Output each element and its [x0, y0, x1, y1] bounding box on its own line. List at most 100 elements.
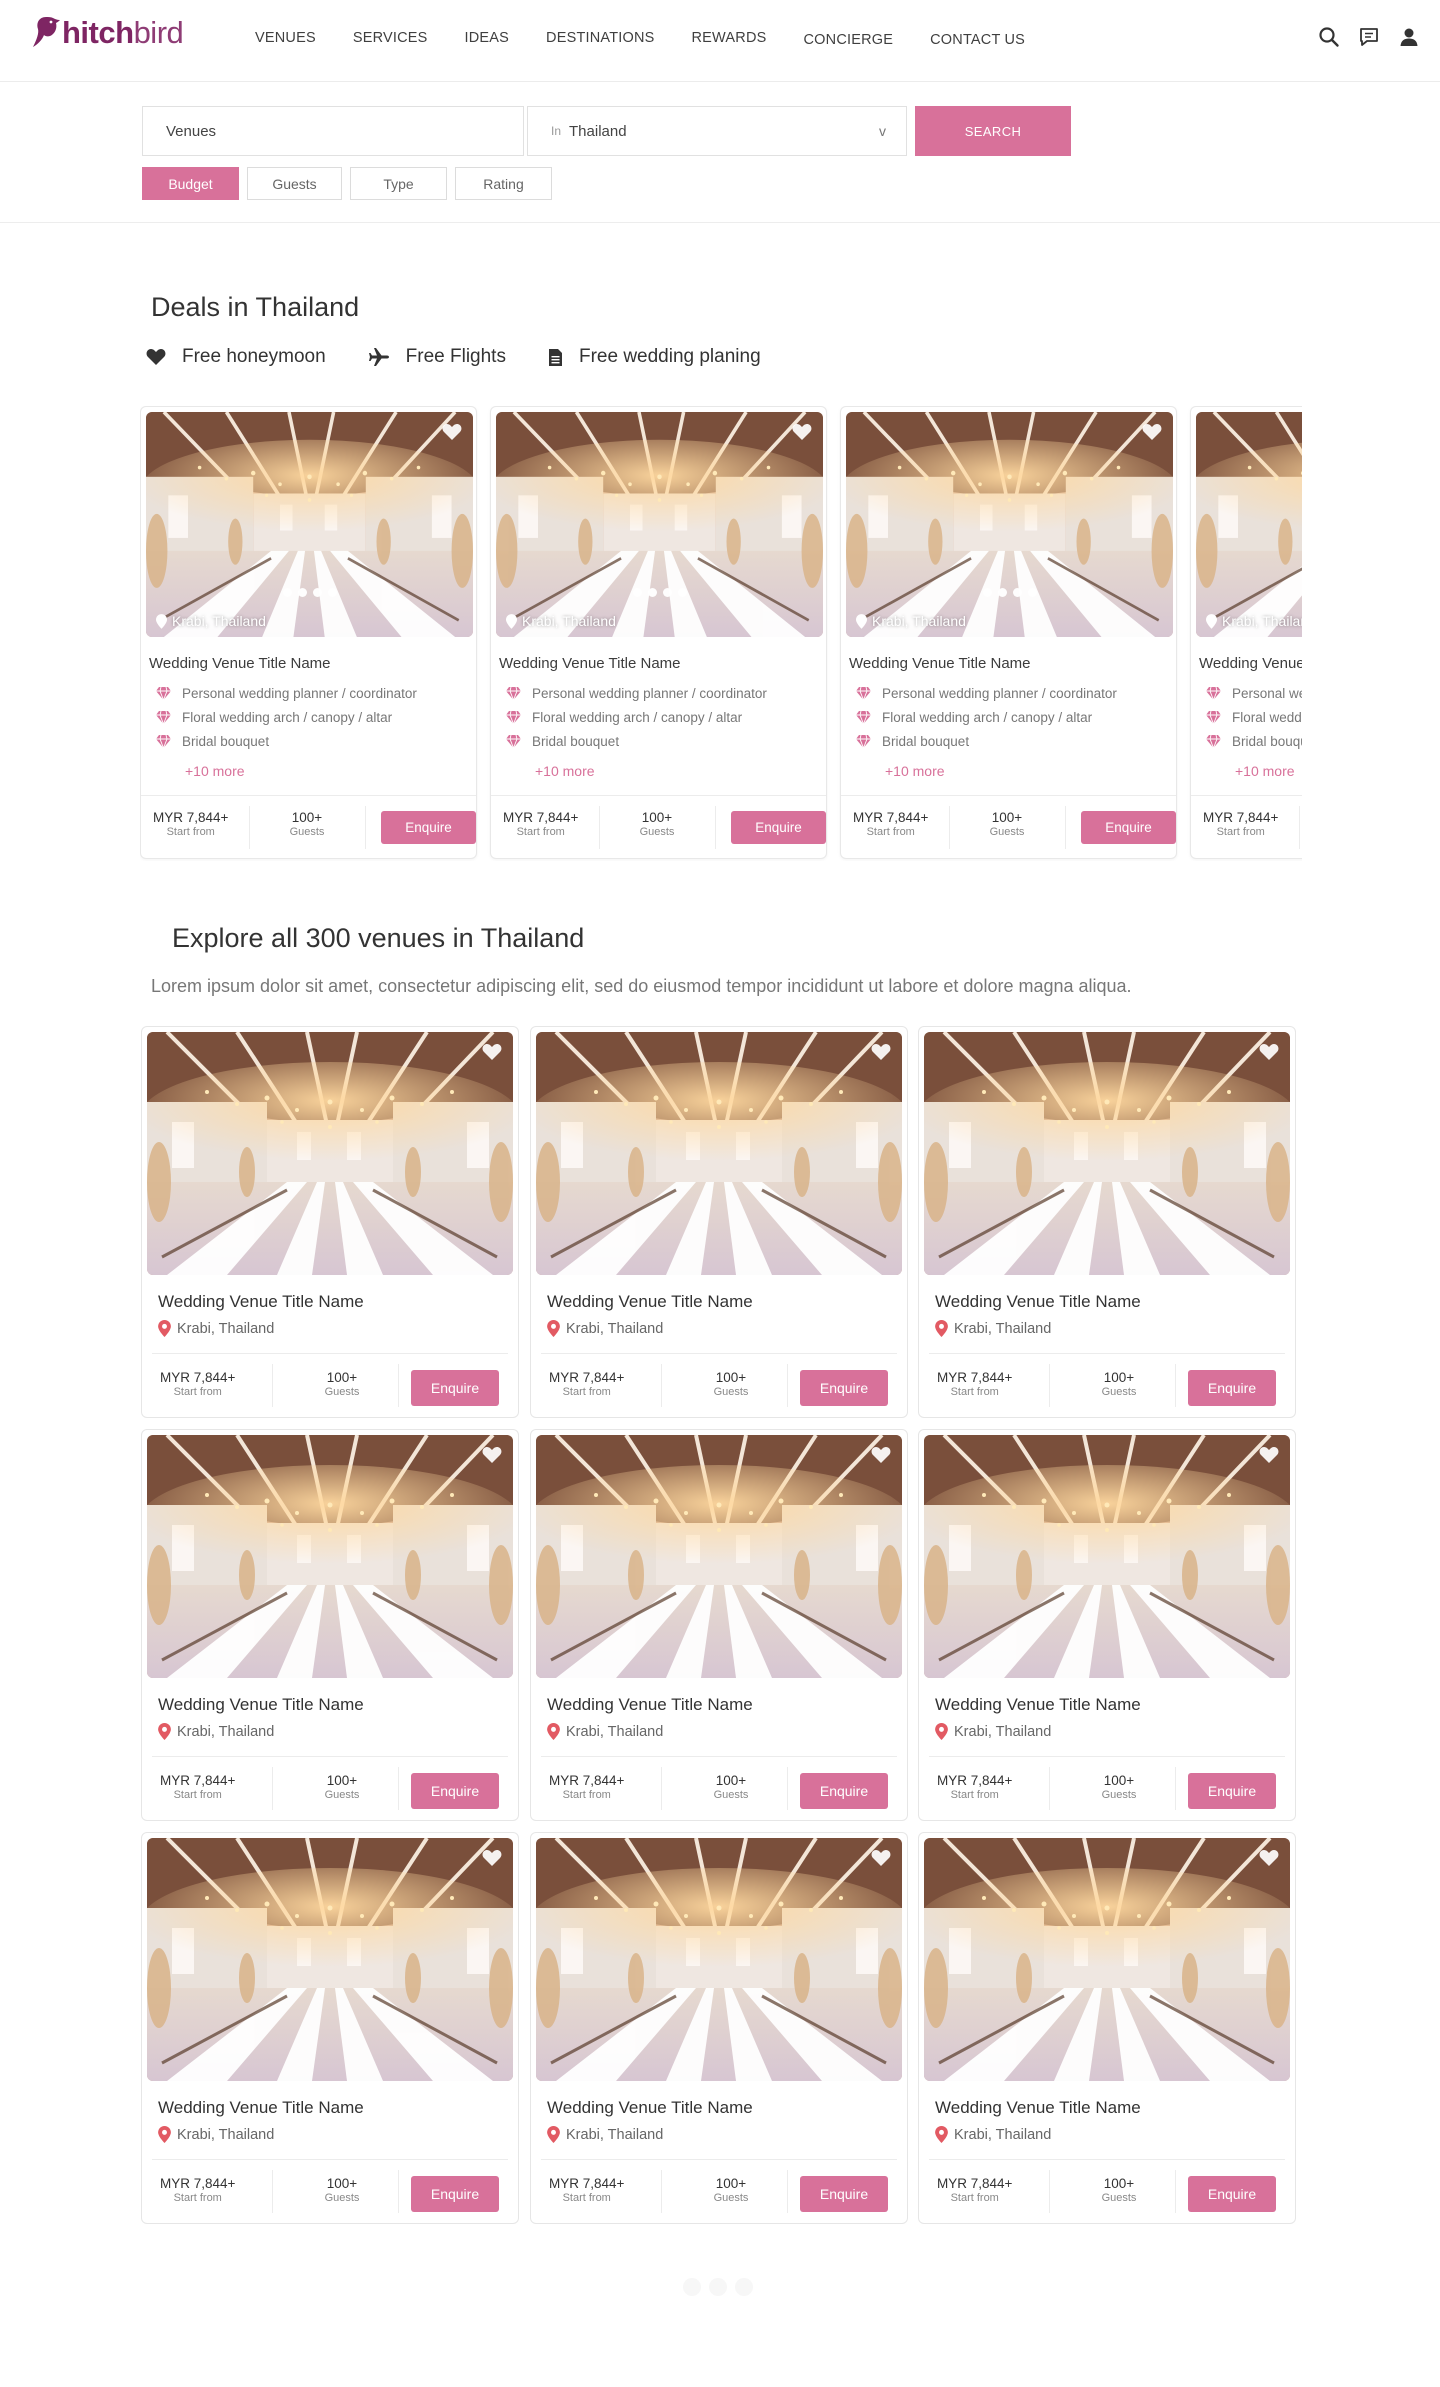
venue-card[interactable]: Wedding Venue Title Name Krabi, Thailand M…: [141, 1026, 519, 1418]
search-icon[interactable]: [1318, 26, 1340, 48]
page-dot[interactable]: [683, 2278, 701, 2296]
venue-card[interactable]: Wedding Venue Title Name Krabi, Thailand M…: [530, 1026, 908, 1418]
image-dot[interactable]: [677, 588, 687, 597]
enquire-button[interactable]: Enquire: [411, 2176, 499, 2212]
deal-title[interactable]: Wedding Venue Title Name: [1199, 655, 1302, 672]
venue-card[interactable]: Wedding Venue Title Name Krabi, Thailand M…: [530, 1429, 908, 1821]
venue-image[interactable]: [147, 1032, 513, 1275]
image-dot[interactable]: [1027, 588, 1037, 597]
more-features-link[interactable]: +10 more: [185, 763, 245, 779]
venue-title[interactable]: Wedding Venue Title Name: [935, 2098, 1141, 2118]
image-dot[interactable]: [662, 588, 672, 597]
enquire-button[interactable]: Enquire: [381, 811, 476, 844]
deal-title[interactable]: Wedding Venue Title Name: [849, 655, 1031, 672]
filter-type[interactable]: Type: [350, 167, 447, 200]
enquire-button[interactable]: Enquire: [1081, 811, 1176, 844]
venue-title[interactable]: Wedding Venue Title Name: [158, 2098, 364, 2118]
more-features-link[interactable]: +10 more: [535, 763, 595, 779]
page-dot[interactable]: [735, 2278, 753, 2296]
enquire-button[interactable]: Enquire: [411, 1773, 499, 1809]
deal-title[interactable]: Wedding Venue Title Name: [499, 655, 681, 672]
image-dot[interactable]: [997, 588, 1007, 597]
favorite-heart-icon[interactable]: [441, 422, 463, 442]
nav-rewards[interactable]: REWARDS: [692, 30, 767, 48]
deal-image[interactable]: Krabi, Thailand: [846, 412, 1173, 637]
venue-card[interactable]: Wedding Venue Title Name Krabi, Thailand M…: [918, 1429, 1296, 1821]
venue-card[interactable]: Wedding Venue Title Name Krabi, Thailand M…: [918, 1026, 1296, 1418]
venue-card[interactable]: Wedding Venue Title Name Krabi, Thailand M…: [530, 1832, 908, 2224]
favorite-heart-icon[interactable]: [1141, 422, 1163, 442]
venue-title[interactable]: Wedding Venue Title Name: [158, 1292, 364, 1312]
image-dot[interactable]: [982, 588, 992, 597]
deal-image[interactable]: Krabi, Thailand: [1196, 412, 1302, 637]
enquire-button[interactable]: Enquire: [1188, 2176, 1276, 2212]
enquire-button[interactable]: Enquire: [800, 2176, 888, 2212]
venue-card[interactable]: Wedding Venue Title Name Krabi, Thailand M…: [918, 1832, 1296, 2224]
venue-image[interactable]: [147, 1838, 513, 2081]
deal-image[interactable]: Krabi, Thailand: [146, 412, 473, 637]
venue-image[interactable]: [147, 1435, 513, 1678]
enquire-button[interactable]: Enquire: [411, 1370, 499, 1406]
hitchbird-logo[interactable]: hitchbird: [30, 8, 184, 58]
favorite-heart-icon[interactable]: [1258, 1445, 1280, 1465]
venue-search-input[interactable]: Venues: [142, 106, 524, 156]
enquire-button[interactable]: Enquire: [1188, 1370, 1276, 1406]
image-dot[interactable]: [282, 588, 292, 597]
image-dot[interactable]: [327, 588, 337, 597]
venue-title[interactable]: Wedding Venue Title Name: [547, 1695, 753, 1715]
more-features-link[interactable]: +10 more: [885, 763, 945, 779]
enquire-button[interactable]: Enquire: [800, 1370, 888, 1406]
venue-title[interactable]: Wedding Venue Title Name: [935, 1695, 1141, 1715]
filter-guests[interactable]: Guests: [247, 167, 342, 200]
enquire-button[interactable]: Enquire: [800, 1773, 888, 1809]
deal-image[interactable]: Krabi, Thailand: [496, 412, 823, 637]
venue-title[interactable]: Wedding Venue Title Name: [158, 1695, 364, 1715]
enquire-button[interactable]: Enquire: [731, 811, 826, 844]
venue-title[interactable]: Wedding Venue Title Name: [547, 2098, 753, 2118]
venue-title[interactable]: Wedding Venue Title Name: [547, 1292, 753, 1312]
venue-image[interactable]: [924, 1032, 1290, 1275]
filter-budget[interactable]: Budget: [142, 167, 239, 200]
nav-concierge[interactable]: CONCIERGE: [804, 32, 894, 48]
deal-card[interactable]: Krabi, Thailand Wedding Venue Title Name P…: [1190, 406, 1302, 859]
venue-image[interactable]: [924, 1838, 1290, 2081]
favorite-heart-icon[interactable]: [481, 1042, 503, 1062]
favorite-heart-icon[interactable]: [870, 1042, 892, 1062]
deal-card[interactable]: Krabi, Thailand Wedding Venue Title Name P…: [490, 406, 827, 859]
favorite-heart-icon[interactable]: [870, 1445, 892, 1465]
nav-services[interactable]: SERVICES: [353, 30, 428, 48]
nav-destinations[interactable]: DESTINATIONS: [546, 30, 654, 48]
image-dot[interactable]: [297, 588, 307, 597]
nav-venues[interactable]: VENUES: [255, 30, 316, 48]
image-dot[interactable]: [312, 588, 322, 597]
location-select[interactable]: In Thailand v: [527, 106, 907, 156]
venue-image[interactable]: [536, 1838, 902, 2081]
deal-card[interactable]: Krabi, Thailand Wedding Venue Title Name P…: [140, 406, 477, 859]
venue-title[interactable]: Wedding Venue Title Name: [935, 1292, 1141, 1312]
favorite-heart-icon[interactable]: [1258, 1042, 1280, 1062]
venue-card[interactable]: Wedding Venue Title Name Krabi, Thailand M…: [141, 1832, 519, 2224]
venue-image[interactable]: [924, 1435, 1290, 1678]
search-button[interactable]: SEARCH: [915, 106, 1071, 156]
venue-image[interactable]: [536, 1435, 902, 1678]
favorite-heart-icon[interactable]: [870, 1848, 892, 1868]
favorite-heart-icon[interactable]: [481, 1848, 503, 1868]
image-dot[interactable]: [632, 588, 642, 597]
more-features-link[interactable]: +10 more: [1235, 763, 1295, 779]
chat-icon[interactable]: [1358, 26, 1380, 48]
page-dot[interactable]: [709, 2278, 727, 2296]
favorite-heart-icon[interactable]: [1258, 1848, 1280, 1868]
deals-carousel[interactable]: Krabi, Thailand Wedding Venue Title Name P…: [140, 406, 1302, 861]
image-dot[interactable]: [647, 588, 657, 597]
favorite-heart-icon[interactable]: [481, 1445, 503, 1465]
venue-image[interactable]: [536, 1032, 902, 1275]
image-dot[interactable]: [1012, 588, 1022, 597]
nav-contact-us[interactable]: CONTACT US: [930, 32, 1025, 48]
filter-rating[interactable]: Rating: [455, 167, 552, 200]
enquire-button[interactable]: Enquire: [1188, 1773, 1276, 1809]
deal-title[interactable]: Wedding Venue Title Name: [149, 655, 331, 672]
favorite-heart-icon[interactable]: [791, 422, 813, 442]
user-icon[interactable]: [1398, 26, 1420, 48]
deal-card[interactable]: Krabi, Thailand Wedding Venue Title Name P…: [840, 406, 1177, 859]
venue-card[interactable]: Wedding Venue Title Name Krabi, Thailand M…: [141, 1429, 519, 1821]
